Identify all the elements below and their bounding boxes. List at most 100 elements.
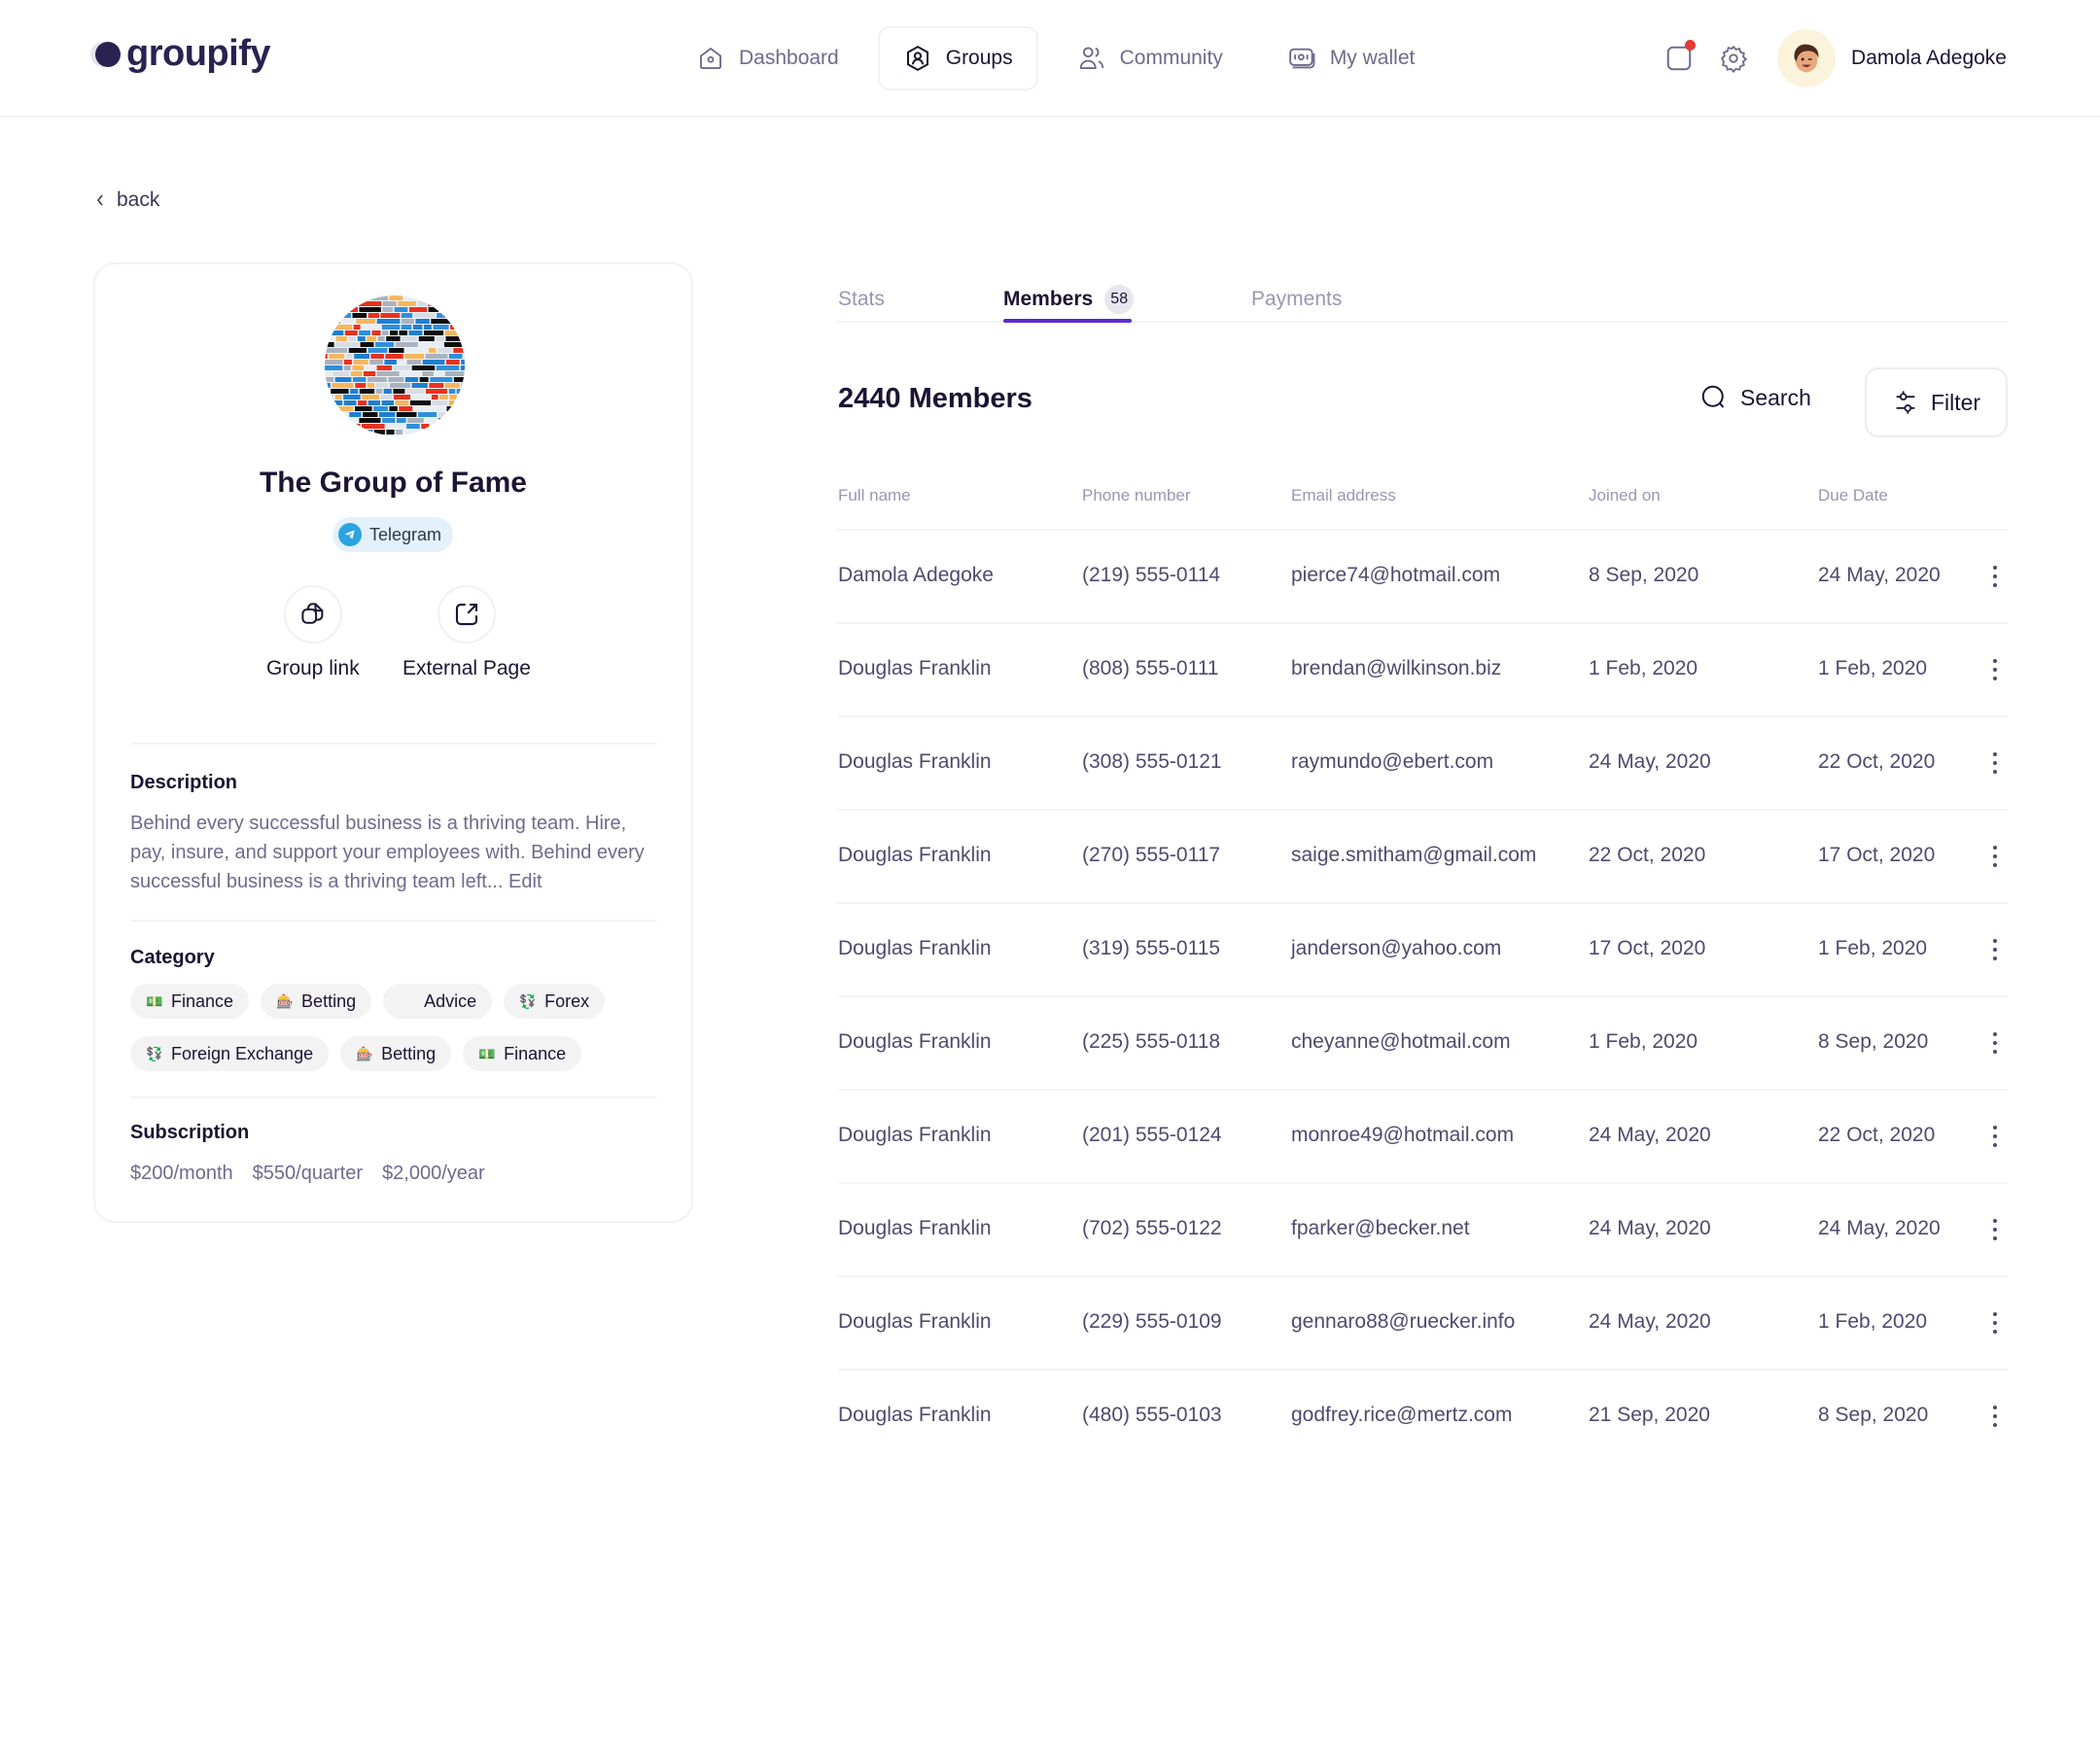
table-row[interactable]: Douglas Franklin (201) 555-0124 monroe49@h… <box>838 1091 2008 1184</box>
logo-mark-icon <box>95 41 121 67</box>
member-email: monroe49@hotmail.com <box>1291 1124 1515 1146</box>
top-navigation-bar: groupify Dashboard Groups Community My w… <box>0 0 2100 118</box>
search-label: Search <box>1740 384 1811 410</box>
search-button[interactable]: Search <box>1699 383 1811 412</box>
category-title: Category <box>130 947 215 968</box>
members-count-title: 2440 Members <box>838 383 1032 414</box>
nav-item-community[interactable]: Community <box>1052 26 1248 90</box>
table-row[interactable]: Douglas Franklin (229) 555-0109 gennaro88@… <box>838 1277 2008 1371</box>
row-more-options-icon[interactable] <box>1988 1122 2002 1151</box>
nav-label: My wallet <box>1329 47 1416 69</box>
category-chip[interactable]: 💱 Forex <box>504 984 606 1019</box>
header-tools: Damola Adegoke <box>1662 29 2007 87</box>
member-due-date: 17 Oct, 2020 <box>1818 844 1936 866</box>
category-chip[interactable]: 🎰 Betting <box>340 1036 452 1071</box>
table-row[interactable]: Damola Adegoke (219) 555-0114 pierce74@hot… <box>838 531 2008 624</box>
home-icon <box>700 47 721 69</box>
tab-members[interactable]: Members 58 <box>1003 282 1135 317</box>
back-link[interactable]: back <box>95 189 159 212</box>
telegram-icon <box>338 523 362 546</box>
row-more-options-icon[interactable] <box>1988 655 2002 684</box>
category-chip[interactable]: 💵 Finance <box>463 1036 582 1071</box>
nav-item-my-wallet[interactable]: My wallet <box>1262 26 1441 90</box>
member-email: gennaro88@ruecker.info <box>1291 1310 1516 1333</box>
settings-button[interactable] <box>1717 42 1750 75</box>
table-row[interactable]: Douglas Franklin (308) 555-0121 raymundo@e… <box>838 717 2008 811</box>
chip-label: Betting <box>301 991 357 1011</box>
filter-button[interactable]: Filter <box>1865 367 2008 437</box>
table-row[interactable]: Douglas Franklin (702) 555-0122 fparker@be… <box>838 1184 2008 1277</box>
column-header-joined[interactable]: Joined on <box>1589 486 1661 505</box>
category-chip[interactable]: Advice <box>383 984 493 1019</box>
member-joined-date: 24 May, 2020 <box>1589 750 1711 773</box>
avatar-face-icon <box>1794 44 1819 73</box>
row-more-options-icon[interactable] <box>1988 1402 2002 1431</box>
copy-link-icon <box>301 603 324 624</box>
row-more-options-icon[interactable] <box>1988 562 2002 591</box>
nav-label: Dashboard <box>739 47 839 69</box>
table-header: Full name Phone number Email address Joi… <box>838 476 2008 531</box>
row-more-options-icon[interactable] <box>1988 1028 2002 1058</box>
nav-item-dashboard[interactable]: Dashboard <box>671 26 864 90</box>
notifications-button[interactable] <box>1662 40 1697 75</box>
divider <box>130 743 657 745</box>
member-joined-date: 22 Oct, 2020 <box>1589 844 1706 866</box>
gear-icon <box>1720 45 1748 73</box>
app-logo[interactable]: groupify <box>95 33 270 75</box>
member-due-date: 24 May, 2020 <box>1818 564 1941 586</box>
member-name: Douglas Franklin <box>838 750 992 773</box>
row-more-options-icon[interactable] <box>1988 748 2002 778</box>
category-chip[interactable]: 🎰 Betting <box>261 984 372 1019</box>
member-due-date: 8 Sep, 2020 <box>1818 1404 1929 1426</box>
row-more-options-icon[interactable] <box>1988 1308 2002 1338</box>
chip-label: Forex <box>544 991 590 1011</box>
table-row[interactable]: Douglas Franklin (270) 555-0117 saige.smit… <box>838 811 2008 904</box>
users-icon <box>1079 47 1103 69</box>
column-header-full-name[interactable]: Full name <box>838 486 911 505</box>
table-row[interactable]: Douglas Franklin (480) 555-0103 godfrey.ri… <box>838 1371 2008 1464</box>
chip-label: Finance <box>504 1043 567 1063</box>
platform-label: Telegram <box>369 524 442 544</box>
member-name: Damola Adegoke <box>838 564 994 586</box>
members-count-badge: 58 <box>1104 285 1135 314</box>
category-chip[interactable]: 💵 Finance <box>130 984 250 1019</box>
wallet-icon <box>1289 48 1315 69</box>
column-header-phone[interactable]: Phone number <box>1082 486 1191 505</box>
subscription-yearly: $2,000/year <box>382 1163 485 1184</box>
tab-payments[interactable]: Payments <box>1251 282 1342 317</box>
category-chip[interactable]: 💱 Foreign Exchange <box>130 1036 330 1071</box>
user-name[interactable]: Damola Adegoke <box>1851 47 2007 70</box>
member-email: raymundo@ebert.com <box>1291 750 1494 773</box>
member-due-date: 24 May, 2020 <box>1818 1217 1941 1239</box>
description-text: Behind every successful business is a th… <box>130 813 645 892</box>
member-due-date: 1 Feb, 2020 <box>1818 937 1928 959</box>
row-more-options-icon[interactable] <box>1988 935 2002 964</box>
member-email: cheyanne@hotmail.com <box>1291 1030 1511 1053</box>
action-label: Group link <box>266 657 360 679</box>
external-page-button[interactable]: External Page <box>402 585 531 680</box>
member-joined-date: 24 May, 2020 <box>1589 1124 1711 1146</box>
member-phone: (808) 555-0111 <box>1082 657 1219 679</box>
column-header-due-date[interactable]: Due Date <box>1818 486 1888 505</box>
chip-label: Advice <box>424 991 477 1011</box>
user-shield-icon <box>906 45 928 72</box>
table-row[interactable]: Douglas Franklin (319) 555-0115 janderson@… <box>838 904 2008 997</box>
notification-dot <box>1685 40 1697 51</box>
row-more-options-icon[interactable] <box>1988 842 2002 871</box>
table-row[interactable]: Douglas Franklin (225) 555-0118 cheyanne@h… <box>838 997 2008 1091</box>
member-email: saige.smitham@gmail.com <box>1291 844 1537 866</box>
tab-stats[interactable]: Stats <box>838 282 885 317</box>
external-link-icon <box>455 603 478 626</box>
tab-label: Payments <box>1251 288 1343 310</box>
member-name: Douglas Franklin <box>838 1404 992 1426</box>
column-header-email[interactable]: Email address <box>1291 486 1396 505</box>
group-link-button[interactable]: Group link <box>266 585 360 680</box>
money-icon: 💵 <box>146 992 163 1009</box>
sliders-icon <box>1896 391 1915 414</box>
subscription-title: Subscription <box>130 1122 250 1143</box>
nav-item-groups[interactable]: Groups <box>877 26 1038 90</box>
slot-machine-icon: 🎰 <box>276 992 294 1009</box>
row-more-options-icon[interactable] <box>1988 1215 2002 1244</box>
user-avatar[interactable] <box>1777 29 1837 87</box>
table-row[interactable]: Douglas Franklin (808) 555-0111 brendan@wi… <box>838 624 2008 717</box>
